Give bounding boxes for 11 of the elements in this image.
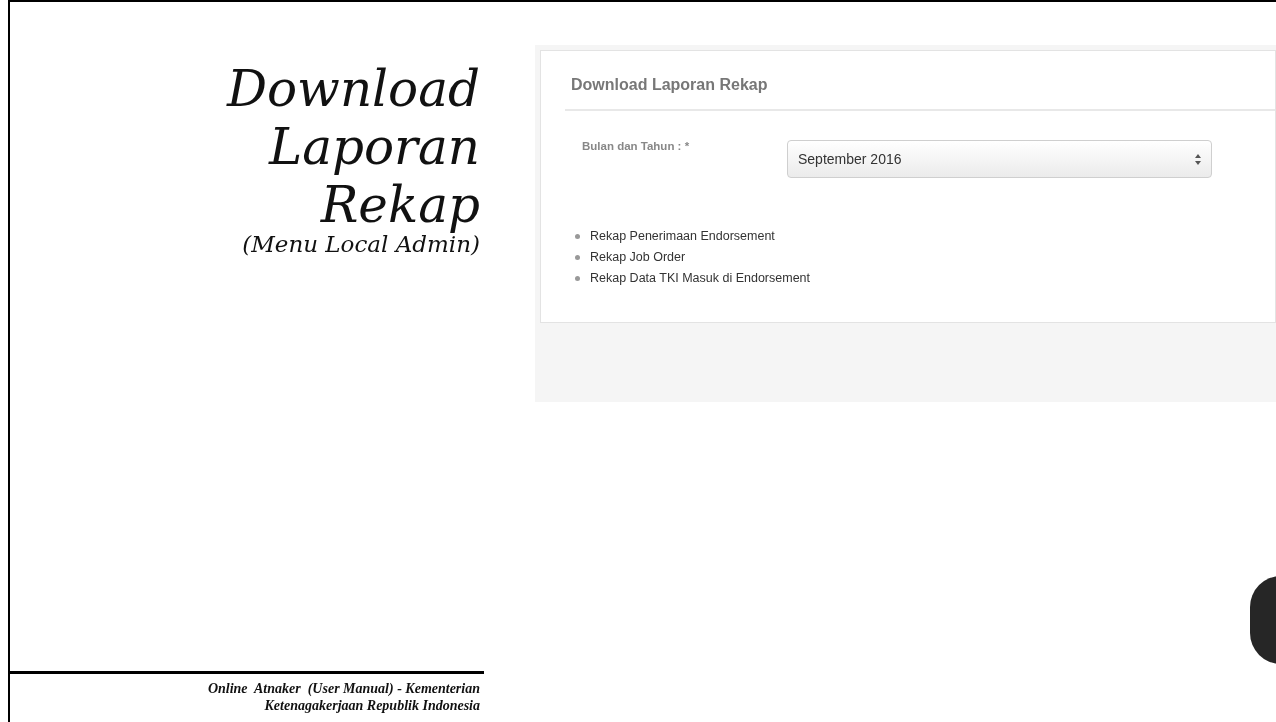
panel-title: Download Laporan Rekap bbox=[565, 73, 1275, 111]
field-label: Bulan dan Tahun : * bbox=[582, 139, 691, 154]
slide-title-line: Laporan bbox=[268, 118, 480, 176]
slide-title-line: Download bbox=[226, 60, 480, 118]
footer-text: Online Atnaker (User Manual) - Kementerian bbox=[207, 680, 480, 697]
report-link[interactable]: Rekap Penerimaan Endorsement bbox=[590, 228, 775, 245]
report-link[interactable]: Rekap Data TKI Masuk di Endorsement bbox=[590, 270, 810, 287]
footer-text: Ketenagakerjaan Republik Indonesia bbox=[264, 697, 480, 714]
report-link[interactable]: Rekap Job Order bbox=[590, 249, 686, 266]
slide-title-line: Rekap bbox=[320, 176, 480, 234]
month-year-select[interactable]: September 2016 bbox=[787, 140, 1212, 178]
